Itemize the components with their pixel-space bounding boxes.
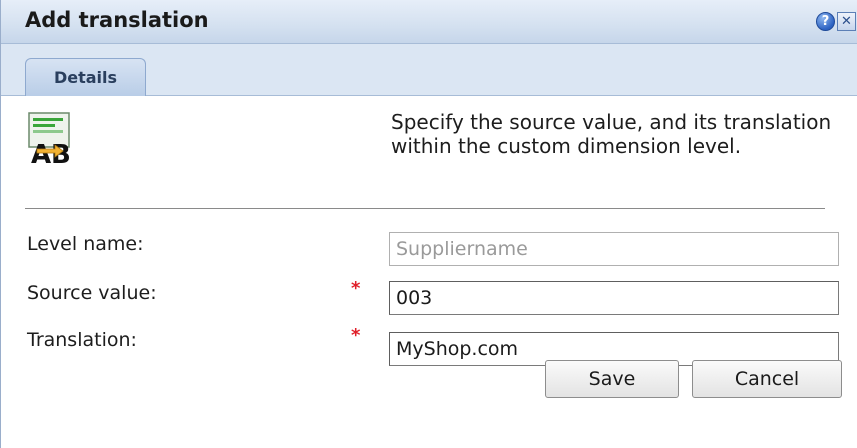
save-button[interactable]: Save (545, 360, 679, 398)
tab-details[interactable]: Details (25, 58, 146, 96)
dialog-description: Specify the source value, and its transl… (391, 110, 832, 158)
ab-translation-icon: A B (28, 112, 71, 166)
translation-required-marker: * (351, 325, 361, 346)
add-translation-dialog: Add translation ? ✕ Details A B Specify … (0, 0, 857, 448)
help-icon[interactable]: ? (816, 12, 835, 31)
level-name-field (389, 232, 839, 266)
close-icon[interactable]: ✕ (837, 12, 856, 31)
dialog-title: Add translation (25, 8, 209, 32)
tab-strip: Details (1, 44, 857, 96)
level-name-label: Level name: (27, 233, 144, 255)
cancel-button[interactable]: Cancel (692, 360, 842, 398)
section-divider (25, 208, 825, 209)
source-value-required-marker: * (351, 278, 361, 299)
source-value-label: Source value: (27, 282, 157, 304)
source-value-field[interactable] (389, 281, 839, 315)
translation-label: Translation: (27, 329, 137, 351)
details-panel: A B Specify the source value, and its tr… (1, 96, 857, 448)
dialog-titlebar: Add translation ? ✕ (1, 0, 857, 44)
